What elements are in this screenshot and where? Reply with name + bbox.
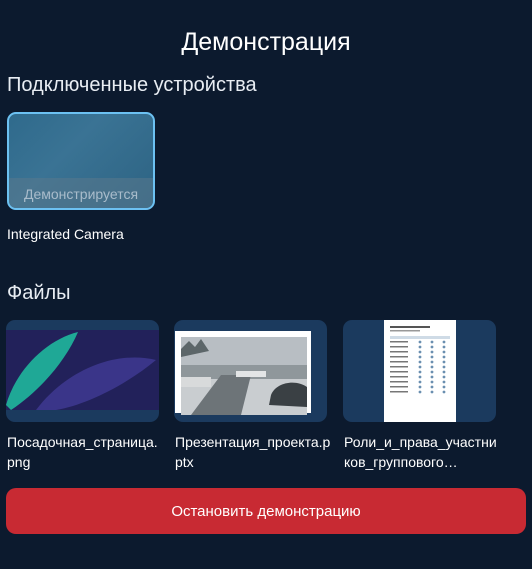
photo-icon: [175, 331, 311, 415]
file-name: Презентация_проекта.pptx: [175, 434, 331, 470]
image-icon: [6, 330, 159, 410]
files-section-label: Файлы: [7, 282, 71, 304]
file-card-roles-document[interactable]: [343, 320, 496, 422]
file-card-presentation[interactable]: [174, 320, 327, 422]
file-card-landing-page[interactable]: [6, 320, 159, 422]
device-card-camera[interactable]: Демонстрируется: [7, 112, 155, 210]
document-icon: [384, 320, 456, 422]
devices-section-label: Подключенные устройства: [7, 74, 257, 96]
stop-demonstration-button[interactable]: Остановить демонстрацию: [6, 488, 526, 534]
device-status-label: Демонстрируется: [23, 186, 139, 202]
device-name: Integrated Camera: [7, 226, 124, 242]
file-name: Посадочная_страница.png: [7, 434, 158, 470]
file-name: Роли_и_права_участников_группового…: [344, 434, 497, 470]
page-title: Демонстрация: [181, 28, 351, 56]
